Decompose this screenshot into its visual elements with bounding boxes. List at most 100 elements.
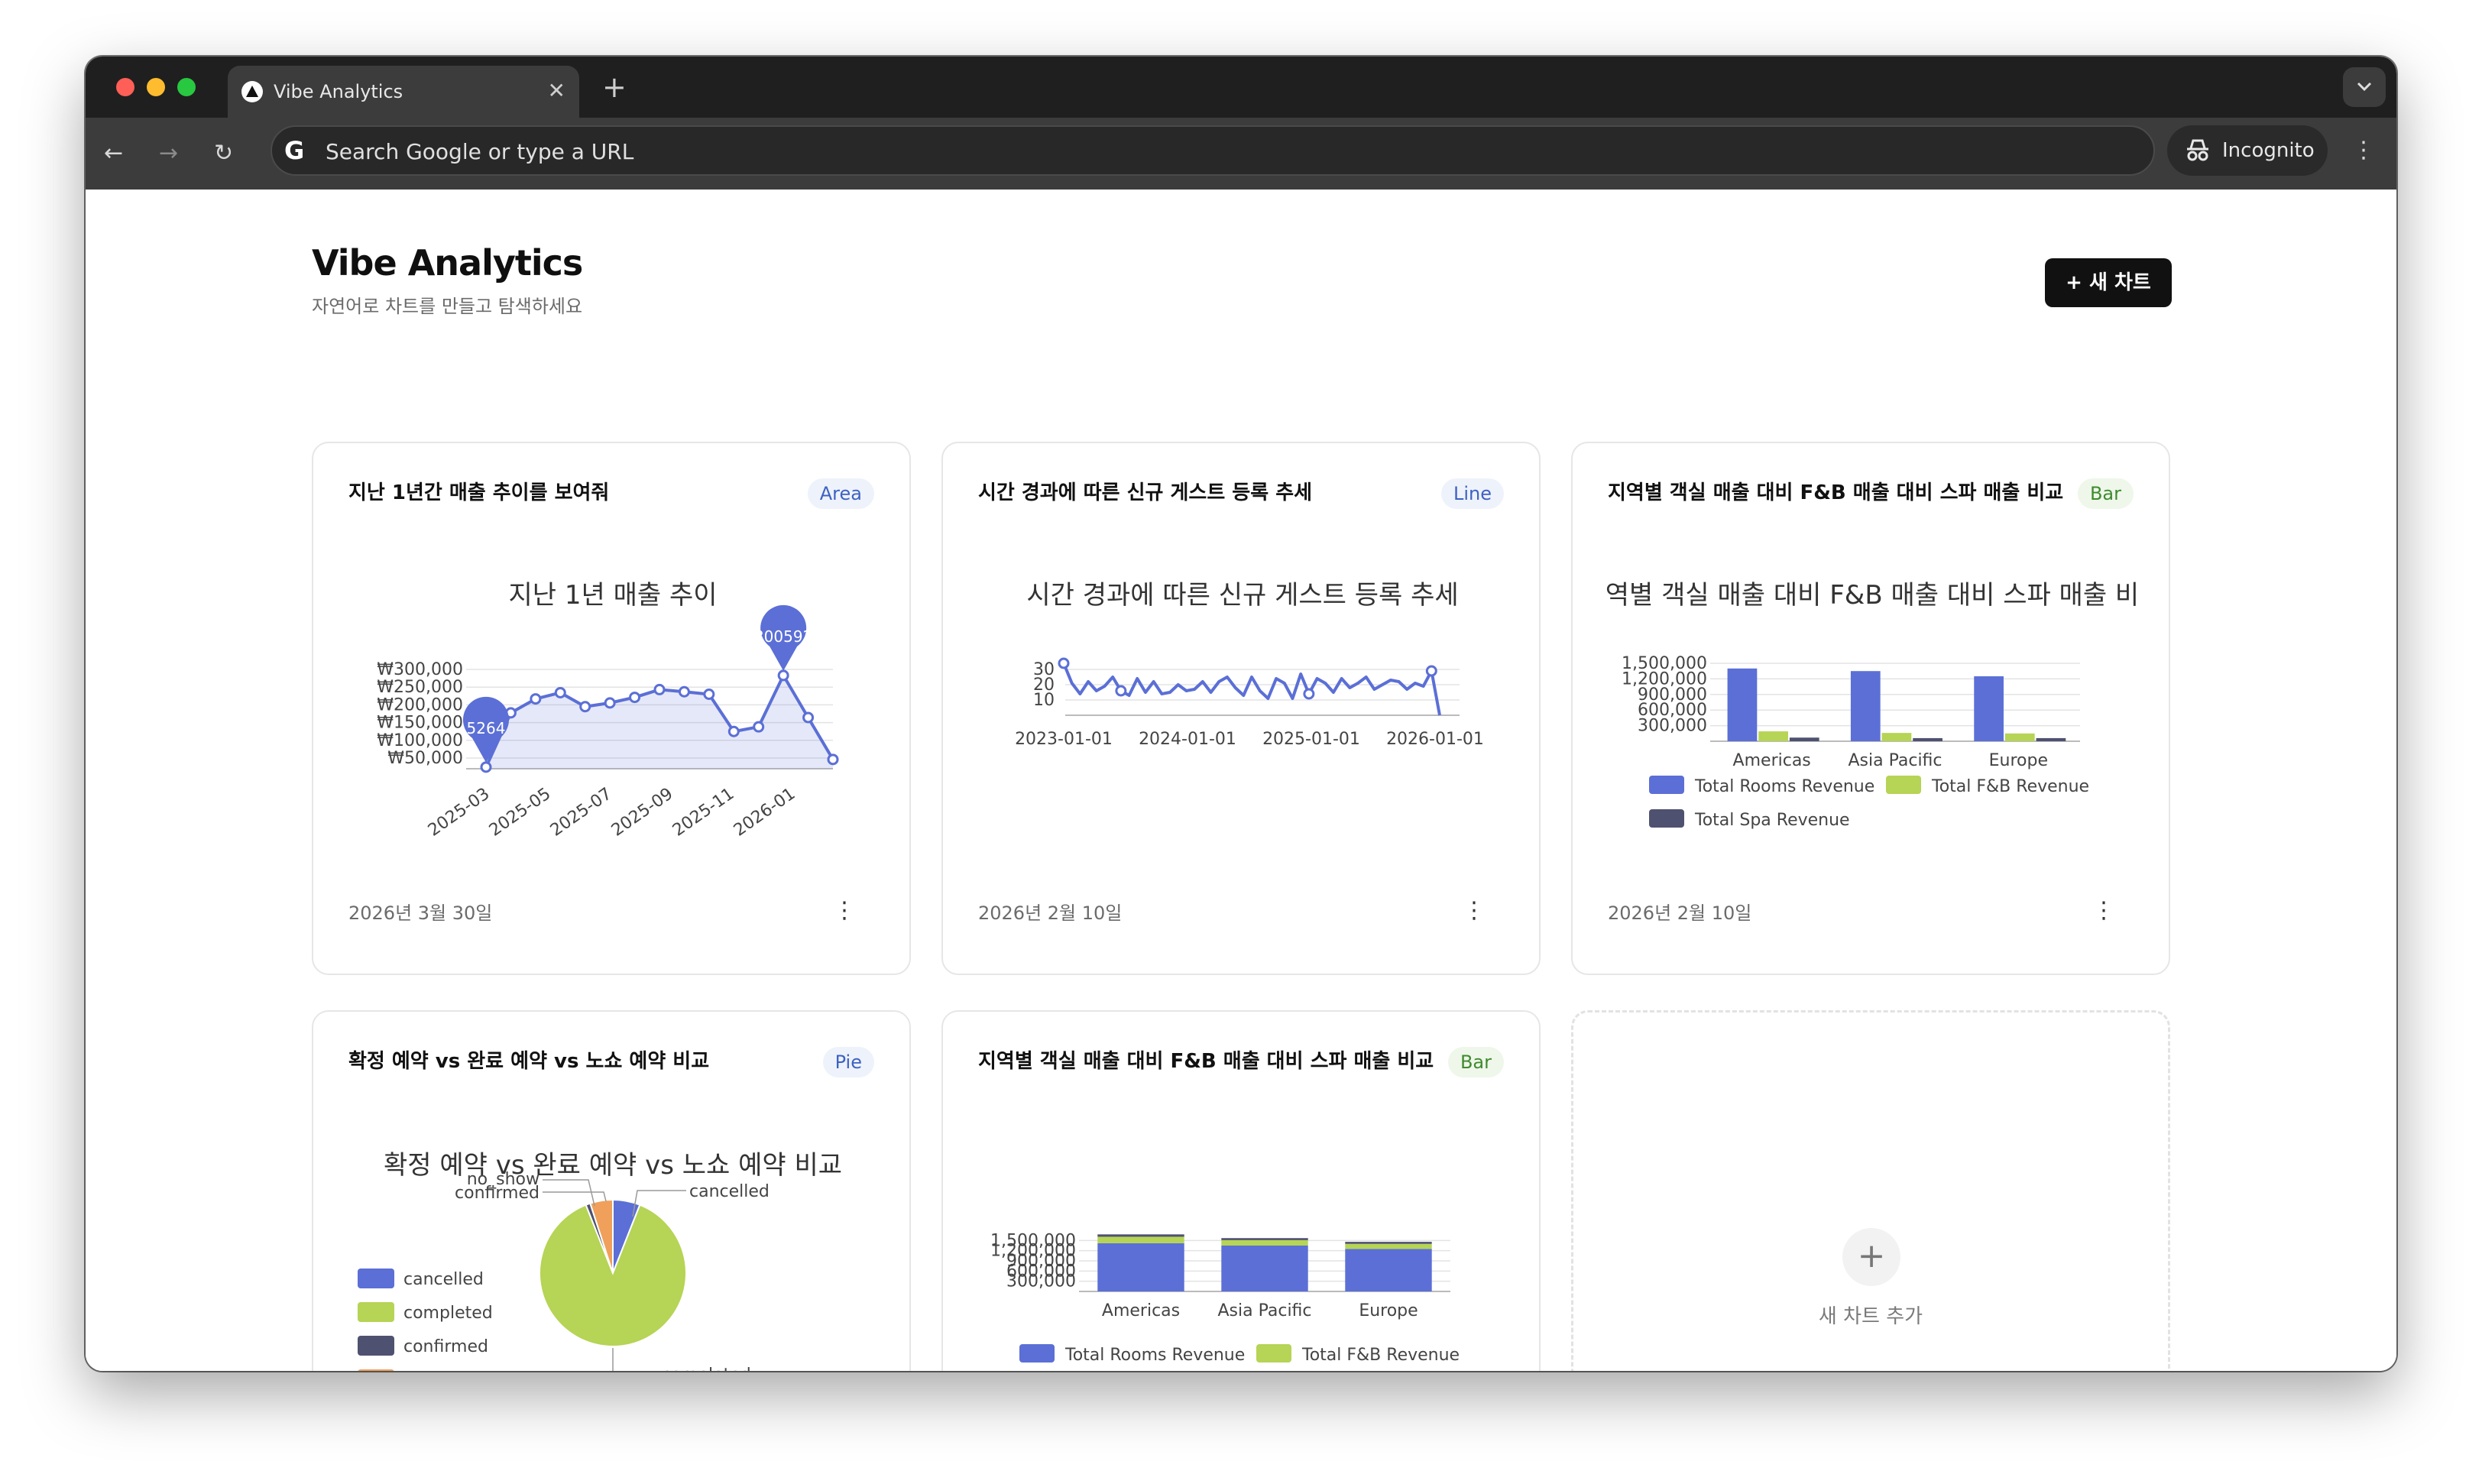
y-tick-label: ₩100,000 bbox=[377, 731, 463, 750]
x-tick-label: 2025-09 bbox=[608, 784, 677, 840]
card-menu-icon[interactable]: ⋮ bbox=[1463, 899, 1486, 923]
legend-label: Total F&B Revenue bbox=[1301, 1346, 1460, 1365]
x-tick-label: Americas bbox=[1733, 751, 1811, 770]
chart-card-line[interactable]: 시간 경과에 따른 신규 게스트 등록 추세 Line 시간 경과에 따른 신규… bbox=[941, 442, 1541, 975]
add-chart-card[interactable]: + 새 차트 추가 bbox=[1571, 1010, 2170, 1371]
chart-card-pie[interactable]: 확정 예약 vs 완료 예약 vs 노쇼 예약 비교 Pie 확정 예약 vs … bbox=[312, 1010, 911, 1371]
legend-swatch bbox=[1256, 1344, 1291, 1362]
callout-line bbox=[543, 1179, 595, 1207]
incognito-indicator[interactable]: Incognito bbox=[2167, 125, 2328, 176]
data-point bbox=[1303, 688, 1315, 700]
y-tick-label: 300,000 bbox=[1638, 717, 1707, 736]
callout-label: no_show bbox=[467, 1170, 539, 1189]
data-point bbox=[1115, 685, 1127, 697]
data-point bbox=[530, 693, 542, 705]
x-tick-label: Asia Pacific bbox=[1217, 1301, 1311, 1320]
card-menu-icon[interactable]: ⋮ bbox=[833, 899, 856, 923]
plus-icon[interactable]: + bbox=[1842, 1228, 1900, 1286]
address-input[interactable]: Search Google or type a URL bbox=[326, 140, 633, 164]
pie-chart: 확정 예약 vs 완료 예약 vs 노쇼 예약 비교cancelledcompl… bbox=[358, 1150, 842, 1371]
legend-swatch bbox=[1649, 809, 1684, 828]
new-chart-button[interactable]: + 새 차트 bbox=[2045, 258, 2172, 307]
new-tab-button[interactable]: + bbox=[602, 72, 627, 102]
tab-close-icon[interactable]: ✕ bbox=[548, 79, 565, 102]
callout-line bbox=[612, 1348, 614, 1371]
data-point bbox=[802, 711, 815, 724]
chart-title: 역별 객실 매출 대비 F&B 매출 대비 스파 매출 비 bbox=[1606, 580, 2139, 611]
card-date: 2026년 2월 10일 bbox=[978, 902, 1123, 924]
x-tick-label: Europe bbox=[1359, 1301, 1418, 1320]
chart-card-bar[interactable]: 지역별 객실 매출 대비 F&B 매출 대비 스파 매출 비교 Bar 역별 객… bbox=[1571, 442, 2170, 975]
x-tick-label: Asia Pacific bbox=[1848, 751, 1942, 770]
marker-label: 300592 bbox=[754, 627, 812, 646]
card-menu-icon[interactable]: ⋮ bbox=[2092, 899, 2115, 923]
browser-toolbar: ← → ↻ G Search Google or type a URL Inco… bbox=[86, 118, 2396, 190]
data-point bbox=[480, 761, 492, 773]
legend-label: Total Rooms Revenue bbox=[1064, 1346, 1245, 1365]
legend-swatch bbox=[1019, 1344, 1055, 1362]
chart-card-area[interactable]: 지난 1년간 매출 추이를 보여줘 Area 지난 1년 매출 추이 ₩300,0… bbox=[312, 442, 911, 975]
x-tick-label: 2025-03 bbox=[425, 784, 494, 840]
bar bbox=[1974, 676, 2004, 741]
legend-swatch bbox=[1886, 776, 1921, 794]
bar bbox=[2036, 737, 2066, 741]
bar bbox=[1850, 671, 1881, 741]
y-tick-label: ₩200,000 bbox=[377, 695, 463, 714]
legend-label: completed bbox=[403, 1304, 493, 1323]
page-title: Vibe Analytics bbox=[312, 242, 583, 284]
legend-swatch bbox=[358, 1302, 394, 1322]
legend-label: Total Spa Revenue bbox=[1694, 811, 1850, 830]
bar bbox=[2004, 733, 2035, 741]
bar bbox=[1345, 1242, 1432, 1244]
bar bbox=[1881, 733, 1912, 741]
app-page: Vibe Analytics 자연어로 차트를 만들고 탐색하세요 + 새 차트… bbox=[86, 190, 2396, 1371]
data-point bbox=[1058, 657, 1070, 669]
data-point bbox=[678, 685, 690, 698]
browser-menu-icon[interactable]: ⋮ bbox=[2352, 138, 2375, 164]
bar bbox=[1097, 1243, 1184, 1291]
close-window-button[interactable] bbox=[116, 78, 134, 96]
x-tick-label: 2026-01-01 bbox=[1386, 730, 1484, 749]
data-point bbox=[579, 701, 591, 713]
back-icon[interactable]: ← bbox=[104, 141, 123, 167]
add-chart-label: 새 차트 추가 bbox=[1818, 1305, 1923, 1328]
forward-icon[interactable]: → bbox=[159, 141, 178, 167]
address-bar[interactable]: G Search Google or type a URL bbox=[271, 125, 2155, 176]
bar bbox=[1789, 737, 1819, 741]
browser-tab[interactable]: Vibe Analytics ✕ bbox=[228, 66, 579, 118]
stacked-bar-chart: 1,500,0001,200,000900,000600,000300,000A… bbox=[990, 1231, 1460, 1365]
chart-card-stacked-bar[interactable]: 지역별 객실 매출 대비 F&B 매출 대비 스파 매출 비교 Bar 1,50… bbox=[941, 1010, 1541, 1371]
zoom-window-button[interactable] bbox=[177, 78, 196, 96]
chart-title: 지난 1년 매출 추이 bbox=[508, 580, 717, 611]
y-tick-label: 10 bbox=[1033, 691, 1055, 710]
x-tick-label: Americas bbox=[1102, 1301, 1180, 1320]
data-point bbox=[653, 683, 666, 695]
x-tick-label: 2025-11 bbox=[669, 784, 738, 840]
chart-title: 시간 경과에 따른 신규 게스트 등록 추세 bbox=[1026, 580, 1458, 611]
incognito-icon bbox=[2187, 139, 2208, 161]
legend-label: Total F&B Revenue bbox=[1931, 777, 2089, 796]
card-date: 2026년 3월 30일 bbox=[348, 902, 493, 924]
bar bbox=[1727, 668, 1758, 741]
page-subtitle: 자연어로 차트를 만들고 탐색하세요 bbox=[312, 296, 583, 317]
data-point bbox=[827, 753, 839, 766]
chevron-down-icon bbox=[2357, 82, 2372, 92]
bar bbox=[1913, 737, 1943, 741]
x-tick-label: 2025-07 bbox=[547, 784, 616, 840]
data-point bbox=[604, 697, 616, 709]
reload-icon[interactable]: ↻ bbox=[214, 141, 233, 167]
callout-label: completed bbox=[662, 1366, 751, 1371]
bar bbox=[1097, 1236, 1184, 1243]
y-tick-label: ₩150,000 bbox=[377, 714, 463, 733]
tab-title: Vibe Analytics bbox=[274, 81, 403, 102]
tab-search-button[interactable] bbox=[2343, 67, 2386, 107]
minimize-window-button[interactable] bbox=[147, 78, 165, 96]
callout-line bbox=[543, 1191, 607, 1202]
google-icon: G bbox=[284, 136, 305, 165]
bar bbox=[1221, 1239, 1308, 1246]
y-tick-label: 300,000 bbox=[1006, 1272, 1076, 1291]
data-point bbox=[753, 721, 765, 733]
bar bbox=[1345, 1249, 1432, 1291]
area-chart: 지난 1년 매출 추이 ₩300,000₩250,000₩200,000₩150,… bbox=[377, 580, 839, 841]
data-point bbox=[554, 686, 566, 698]
